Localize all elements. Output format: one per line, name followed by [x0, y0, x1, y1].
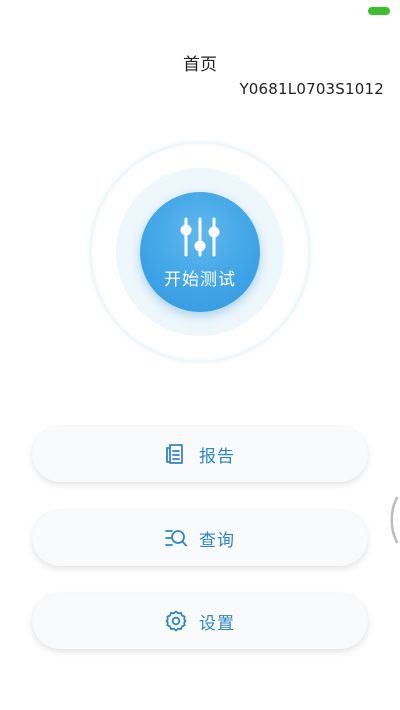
start-test-label: 开始测试 [164, 270, 236, 290]
page-title: 首页 [183, 55, 217, 75]
status-bar [0, 0, 400, 24]
equalizer-icon [180, 217, 220, 257]
battery-icon [368, 7, 390, 15]
report-button[interactable]: 报告 [32, 426, 368, 482]
report-icon [166, 444, 183, 464]
query-button[interactable]: 查询 [32, 510, 368, 566]
query-label: 查询 [199, 530, 235, 551]
edge-swipe-handle[interactable] [388, 496, 400, 544]
start-test-button[interactable]: 开始测试 [140, 192, 260, 312]
device-id: Y0681L0703S1012 [239, 80, 384, 98]
settings-label: 设置 [199, 613, 235, 634]
report-label: 报告 [199, 446, 235, 467]
search-list-icon [165, 530, 187, 547]
gear-icon [165, 610, 187, 632]
settings-button[interactable]: 设置 [32, 593, 368, 649]
